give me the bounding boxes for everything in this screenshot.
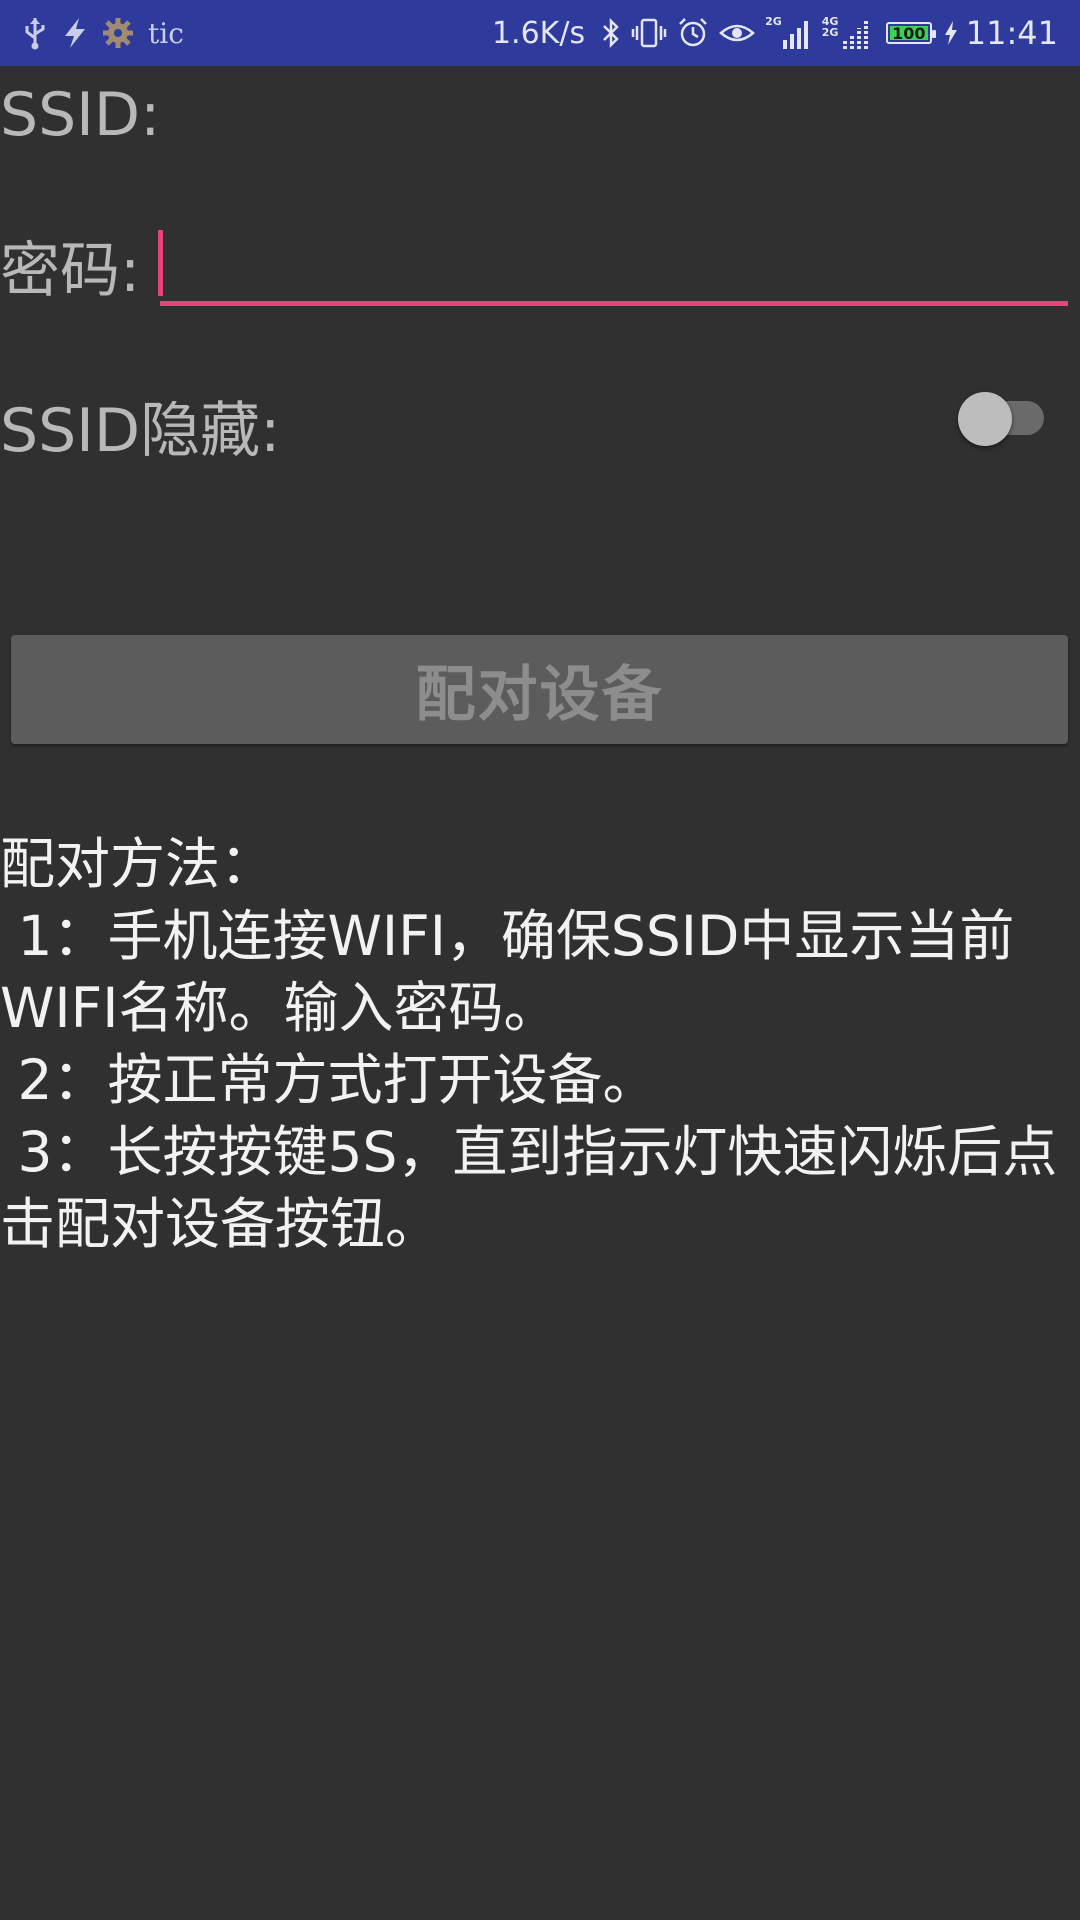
status-bar: tic 1.6K/s 2G 4G 2G 100 11:41 [0, 0, 1080, 66]
password-field[interactable] [160, 226, 1068, 306]
alarm-icon [677, 17, 709, 49]
instruction-step-2: 2：按正常方式打开设备。 [0, 1048, 658, 1112]
instructions-title: 配对方法： [0, 832, 276, 896]
clock: 11:41 [965, 14, 1058, 52]
usb-icon [22, 16, 48, 50]
ssid-label: SSID: [0, 80, 161, 150]
text-cursor [158, 230, 163, 296]
signal1-tag: 2G [765, 15, 782, 28]
hidden-ssid-label: SSID隐藏: [0, 396, 281, 466]
eye-icon [719, 19, 755, 47]
battery-level: 100 [892, 23, 926, 43]
signal-2g-icon: 2G [765, 16, 812, 50]
flash-icon [62, 17, 88, 49]
instruction-step-1: 1：手机连接WIFI，确保SSID中显示当前WIFI名称。输入密码。 [0, 904, 1015, 1040]
switch-thumb [958, 392, 1012, 446]
battery-icon: 100 [885, 22, 936, 44]
vibrate-icon [631, 17, 667, 49]
bluetooth-icon [601, 17, 621, 49]
network-speed: 1.6K/s [491, 15, 586, 51]
pair-device-button[interactable]: 配对设备 [11, 635, 1068, 744]
status-app-label: tic [148, 16, 184, 50]
status-bar-right: 1.6K/s 2G 4G 2G 100 11:41 [492, 0, 1058, 66]
signal2-tag: 4G 2G [821, 15, 839, 39]
pairing-instructions: 配对方法： 1：手机连接WIFI，确保SSID中显示当前WIFI名称。输入密码。… [0, 828, 1062, 1260]
signal-4g-2g-icon: 4G 2G [822, 16, 872, 50]
password-label: 密码: [0, 236, 141, 306]
instruction-step-3: 3：长按按键5S，直到指示灯快速闪烁后点击配对设备按钮。 [0, 1120, 1058, 1256]
settings-gear-icon [102, 17, 134, 49]
charging-icon [944, 20, 958, 46]
status-bar-left: tic [22, 0, 184, 66]
hidden-ssid-switch[interactable] [958, 382, 1048, 446]
